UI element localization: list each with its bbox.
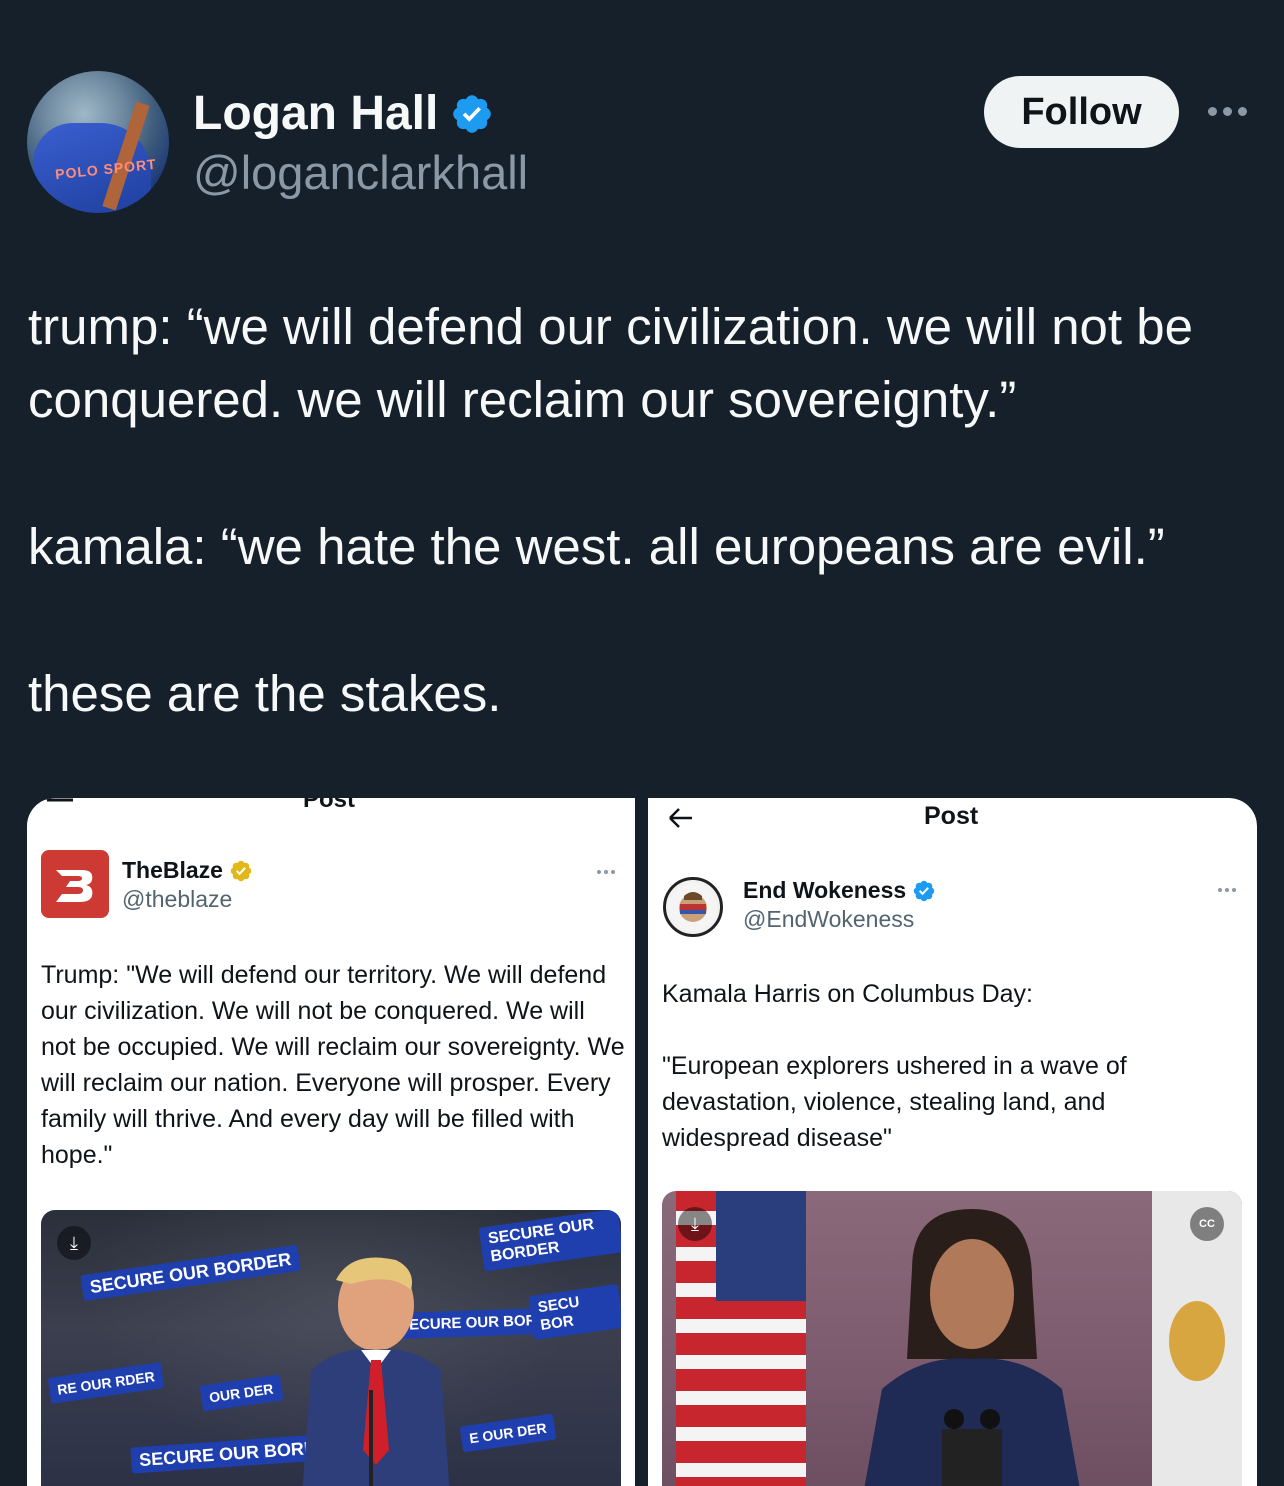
tweet-media-grid[interactable]: Post TheBlaze @theblaze Trump: "We will …	[27, 798, 1257, 1486]
download-icon: ⤓	[57, 1226, 91, 1260]
media-image-left[interactable]: Post TheBlaze @theblaze Trump: "We will …	[27, 798, 635, 1486]
theblaze-avatar	[41, 850, 109, 918]
more-options-icon-right	[1218, 888, 1236, 892]
theblaze-handle: @theblaze	[122, 886, 233, 912]
endwokeness-logo-icon	[669, 883, 717, 931]
crowd-sign: SECU BOR	[528, 1283, 621, 1341]
theblaze-logo-icon	[56, 870, 93, 902]
more-options-icon-left	[597, 870, 615, 874]
endwokeness-handle: @EndWokeness	[743, 906, 915, 932]
tweet-paragraph-1: trump: “we will defend our civilization.…	[28, 298, 1193, 428]
crowd-sign: RE OUR RDER	[47, 1362, 165, 1404]
crowd-sign: OUR DER	[199, 1374, 283, 1412]
author-handle[interactable]: @loganclarkhall	[193, 145, 528, 200]
verified-badge-icon	[913, 880, 935, 901]
crowd-sign: SECURE OUR BORDER	[80, 1244, 301, 1302]
post-title-right: Post	[924, 802, 979, 830]
endwokeness-post-line-1: Kamala Harris on Columbus Day:	[662, 980, 1033, 1008]
author-avatar[interactable]: POLO SPORT	[27, 71, 169, 213]
crowd-sign: E OUR DER	[459, 1413, 557, 1453]
more-options-icon[interactable]	[1208, 96, 1254, 126]
back-arrow-icon	[45, 798, 73, 802]
endwokeness-name-row: End Wokeness	[743, 877, 936, 904]
endwokeness-name: End Wokeness	[743, 877, 907, 903]
download-icon: ⤓	[678, 1207, 712, 1241]
theblaze-name-row: TheBlaze	[122, 857, 253, 884]
endwokeness-avatar	[663, 877, 723, 937]
author-name[interactable]: Logan Hall	[193, 86, 438, 141]
back-arrow-icon	[669, 808, 692, 828]
verified-badge-icon	[453, 94, 492, 133]
theblaze-name: TheBlaze	[122, 857, 223, 883]
crowd-sign: SECURE OUR BORDER	[478, 1210, 621, 1272]
tweet-header: POLO SPORT Logan Hall @loganclarkhall Fo…	[0, 0, 1284, 240]
follow-button[interactable]: Follow	[984, 76, 1179, 148]
speaker-figure	[302, 1257, 450, 1486]
post-title-left: Post	[303, 798, 356, 813]
tweet-paragraph-2: kamala: “we hate the west. all europeans…	[28, 518, 1165, 575]
harris-figure	[864, 1209, 1080, 1486]
tweet-paragraph-3: these are the stakes.	[28, 665, 502, 722]
verified-gold-badge-icon	[230, 860, 252, 881]
theblaze-post-text: Trump: "We will defend our territory. We…	[41, 961, 625, 1169]
author-name-row: Logan Hall	[193, 86, 494, 141]
endwokeness-post-quote: "European explorers ushered in a wave of…	[662, 1052, 1127, 1152]
harris-speech-video[interactable]: ⤓ CC	[662, 1191, 1242, 1486]
media-image-right[interactable]: Post End Wokeness @EndWokeness Kamala Ha…	[648, 798, 1257, 1486]
trump-rally-video[interactable]: ⤓ SECURE OUR BORDER SECURE OUR BORDER SE…	[41, 1210, 621, 1486]
closed-captions-icon: CC	[1190, 1207, 1224, 1241]
